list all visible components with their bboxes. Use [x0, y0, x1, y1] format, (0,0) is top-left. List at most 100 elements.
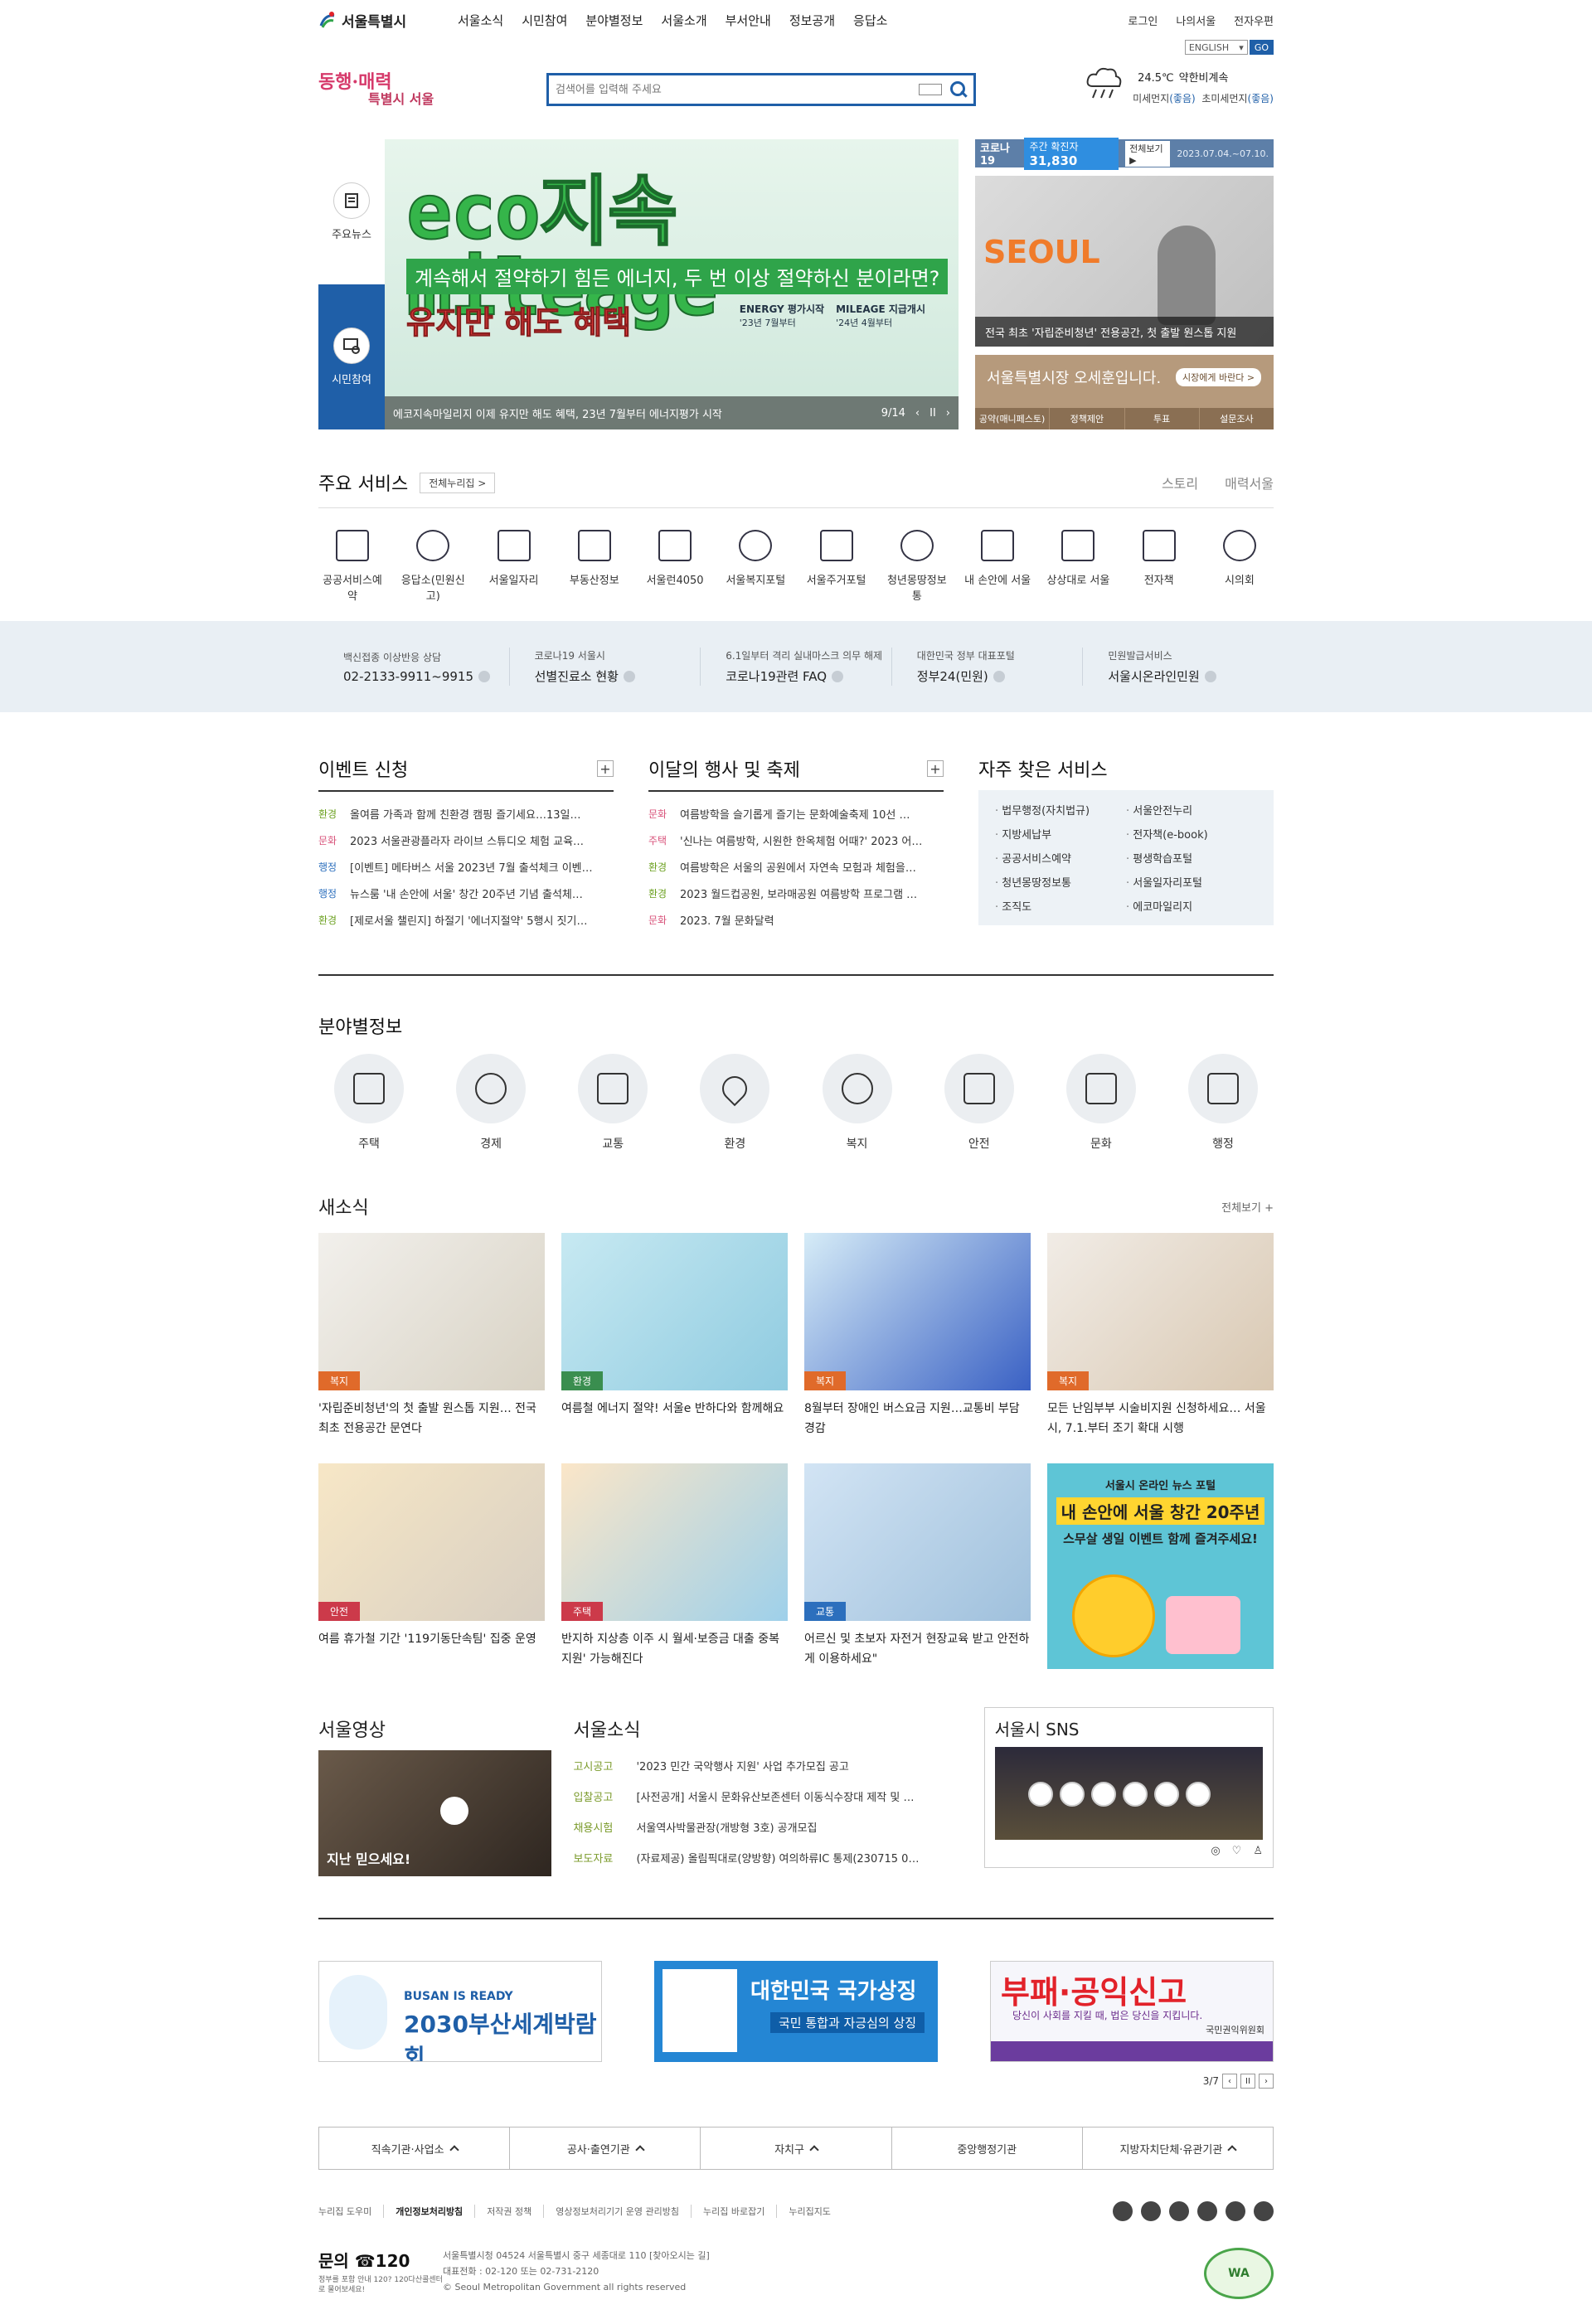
dropdown-public-corp[interactable]: 공사·출연기관	[510, 2128, 701, 2169]
pause-icon[interactable]: II	[1240, 2074, 1255, 2089]
my-seoul-link[interactable]: 나의서울	[1176, 12, 1216, 28]
heart-icon[interactable]: ♡	[1232, 1845, 1242, 1857]
list-item[interactable]: 행정 뉴스룸 '내 손안에 서울' 창간 20주년 기념 출석체…	[318, 880, 614, 906]
news-card[interactable]: 복지 모든 난임부부 시술비지원 신청하세요… 서울시, 7.1.부터 조기 확…	[1047, 1233, 1274, 1439]
list-item[interactable]: 환경 2023 월드컵공원, 보라매공원 여름방학 프로그램 …	[648, 880, 944, 906]
event-more-button[interactable]: +	[597, 760, 614, 777]
seoul-logo[interactable]: 서울특별시	[318, 10, 451, 31]
hero-banner-image[interactable]: eco지속mileage 계속해서 절약하기 힘든 에너지, 두 번 이상 절약…	[385, 139, 959, 429]
keyboard-icon[interactable]	[919, 84, 942, 95]
quick-online-civil[interactable]: 민원발급서비스 서울시온라인민원	[1083, 648, 1274, 686]
banner-expo[interactable]: BUSAN IS READY 2030부산세계박람회	[318, 1961, 602, 2062]
quick-faq[interactable]: 6.1일부터 격리 실내마스크 의무 해제 코로나19관련 FAQ	[701, 648, 892, 686]
email-link[interactable]: 전자우편	[1234, 12, 1274, 28]
nav-item-news[interactable]: 서울소식	[458, 12, 503, 29]
footer-link-privacy[interactable]: 개인정보처리방침	[384, 2205, 476, 2218]
festival-more-button[interactable]: +	[927, 760, 944, 777]
faq-item[interactable]: 지방세납부	[995, 826, 1126, 842]
dropdown-central-gov[interactable]: 중앙행정기관	[892, 2128, 1083, 2169]
field-safety[interactable]: 안전	[944, 1054, 1015, 1152]
service-seoul-learn[interactable]: 서울런4050	[641, 530, 709, 603]
quick-vaccine[interactable]: 백신접종 이상반응 상담 02-2133-9911~9915	[318, 648, 510, 686]
news-view-all-link[interactable]: 전체보기 +	[1221, 1199, 1274, 1215]
brand-story[interactable]: 스토리	[1162, 473, 1198, 492]
user-icon[interactable]: ♙	[1253, 1845, 1263, 1857]
list-item[interactable]: 입찰공고 [사전공개] 서울시 문화유산보존센터 이동식수장대 제작 및 …	[573, 1781, 962, 1812]
faq-item[interactable]: 서울안전누리	[1126, 802, 1257, 818]
hero-caption-text[interactable]: 에코지속마일리지 이제 유지만 해도 혜택, 23년 7월부터 에너지평가 시작	[393, 405, 722, 421]
quick-clinic[interactable]: 코로나19 서울시 선별진료소 현황	[510, 648, 701, 686]
nav-item-departments[interactable]: 부서안내	[726, 12, 771, 29]
brand-charm-seoul[interactable]: 매력서울	[1225, 473, 1274, 492]
faq-item[interactable]: 법무행정(자치법규)	[995, 802, 1126, 818]
prev-icon[interactable]: ‹	[1222, 2074, 1237, 2089]
list-item[interactable]: 환경 여름방학은 서울의 공원에서 자연속 모험과 체험을…	[648, 853, 944, 880]
dropdown-affiliated[interactable]: 직속기관·사업소	[319, 2128, 511, 2169]
field-transport[interactable]: 교통	[577, 1054, 648, 1152]
news-card[interactable]: 주택 반지하 지상층 이주 시 월세·보증금 대출 중복지원' 가능해진다	[561, 1463, 788, 1669]
mayor-link-proposal[interactable]: 정책제안	[1050, 408, 1125, 429]
faq-item[interactable]: 청년몽땅정보통	[995, 874, 1126, 890]
service-my-seoul[interactable]: 내 손안에 서울	[963, 530, 1031, 603]
press-photo[interactable]: SEOUL 전국 최초 '자립준비청년' 전용공간, 첫 출발 원스톱 지원	[975, 176, 1274, 347]
nav-item-about[interactable]: 서울소개	[661, 12, 706, 29]
kakao-icon[interactable]	[1185, 1782, 1211, 1807]
list-item[interactable]: 문화 여름방학을 슬기롭게 즐기는 문화예술축제 10선 …	[648, 800, 944, 827]
news-card[interactable]: 교통 어르신 및 초보자 자전거 현장교육 받고 안전하게 이용하세요"	[804, 1463, 1031, 1669]
video-thumbnail[interactable]: 지난 믿으세요!	[318, 1750, 552, 1876]
twitter-icon[interactable]	[1141, 2201, 1161, 2221]
twitter-icon[interactable]	[1090, 1782, 1116, 1807]
list-item[interactable]: 문화 2023 서울관광플라자 라이브 스튜디오 체험 교육…	[318, 827, 614, 853]
faq-item[interactable]: 에코마일리지	[1126, 898, 1257, 914]
instagram-icon[interactable]	[1027, 1782, 1053, 1807]
covid-view-all-button[interactable]: 전체보기 ▶	[1125, 140, 1171, 167]
youtube-icon[interactable]	[1226, 2201, 1245, 2221]
service-response[interactable]: 응답소(민원신고)	[399, 530, 467, 603]
list-item[interactable]: 행정 [이벤트] 메타버스 서울 2023년 7월 출석체크 이벤…	[318, 853, 614, 880]
list-item[interactable]: 주택 '신나는 여름방학, 시원한 한옥체험 어때?' 2023 어…	[648, 827, 944, 853]
field-welfare[interactable]: 복지	[822, 1054, 893, 1152]
service-reservation[interactable]: 공공서비스예약	[318, 530, 386, 603]
instagram-icon[interactable]	[1169, 2201, 1189, 2221]
footer-link-helper[interactable]: 누리집 도우미	[318, 2205, 385, 2218]
service-real-estate[interactable]: 부동산정보	[561, 530, 629, 603]
nav-item-participation[interactable]: 시민참여	[522, 12, 567, 29]
list-item[interactable]: 환경 올여름 가족과 함께 친환경 캠핑 즐기세요…13일…	[318, 800, 614, 827]
service-welfare[interactable]: 서울복지포털	[721, 530, 789, 603]
news-card[interactable]: 복지 8월부터 장애인 버스요금 지원…교통비 부담 경감	[804, 1233, 1031, 1439]
faq-item[interactable]: 전자책(e-book)	[1126, 826, 1257, 842]
field-economy[interactable]: 경제	[455, 1054, 527, 1152]
prev-icon[interactable]: ‹	[915, 407, 920, 420]
mayor-message-button[interactable]: 시장에게 바란다 >	[1176, 368, 1262, 386]
compass-icon[interactable]: ◎	[1211, 1845, 1220, 1857]
news-card[interactable]: 환경 여름철 에너지 절약! 서울e 반하다와 함께해요	[561, 1233, 788, 1439]
search-input[interactable]	[556, 83, 919, 96]
news-card[interactable]: 안전 여름 휴가철 기간 '119기동단속팀' 집중 운영	[318, 1463, 545, 1669]
service-ebook[interactable]: 전자책	[1125, 530, 1193, 603]
service-council[interactable]: 시의회	[1206, 530, 1274, 603]
service-housing[interactable]: 서울주거포털	[803, 530, 871, 603]
news-poster-card[interactable]: 서울시 온라인 뉴스 포털 내 손안에 서울 창간 20주년 스무살 생일 이벤…	[1047, 1463, 1274, 1669]
footer-link-sitemap[interactable]: 누리집지도	[777, 2205, 842, 2218]
facebook-icon[interactable]	[1113, 2201, 1133, 2221]
login-link[interactable]: 로그인	[1128, 12, 1158, 28]
nav-item-response[interactable]: 응답소	[853, 12, 887, 29]
facebook-icon[interactable]	[1059, 1782, 1085, 1807]
list-item[interactable]: 고시공고 '2023 민간 국악행사 지원' 사업 추가모집 공고	[573, 1750, 962, 1781]
next-icon[interactable]: ›	[946, 407, 950, 420]
footer-link-cctv[interactable]: 영상정보처리기기 운영 관리방침	[544, 2205, 692, 2218]
tab-civic-participation[interactable]: 시민참여	[318, 284, 385, 429]
dropdown-districts[interactable]: 자치구	[701, 2128, 892, 2169]
banner-national-symbols[interactable]: 대한민국 국가상징 국민 통합과 자긍심의 상징	[654, 1961, 938, 2062]
list-item[interactable]: 보도자료 (자료제공) 올림픽대로(양방향) 여의하류IC 통제(230715 0…	[573, 1842, 962, 1873]
service-imagine-seoul[interactable]: 상상대로 서울	[1044, 530, 1112, 603]
all-sites-button[interactable]: 전체누리집 >	[420, 472, 496, 493]
field-environment[interactable]: 환경	[699, 1054, 770, 1152]
quick-gov24[interactable]: 대한민국 정부 대표포털 정부24(민원)	[892, 648, 1084, 686]
footer-link-copyright[interactable]: 저작권 정책	[475, 2205, 545, 2218]
mayor-link-manifesto[interactable]: 공약(매니페스토)	[975, 408, 1051, 429]
faq-item[interactable]: 서울일자리포털	[1126, 874, 1257, 890]
list-item[interactable]: 문화 2023. 7월 문화달력	[648, 906, 944, 933]
chat-icon[interactable]	[1254, 2201, 1274, 2221]
faq-item[interactable]: 평생학습포털	[1126, 850, 1257, 866]
